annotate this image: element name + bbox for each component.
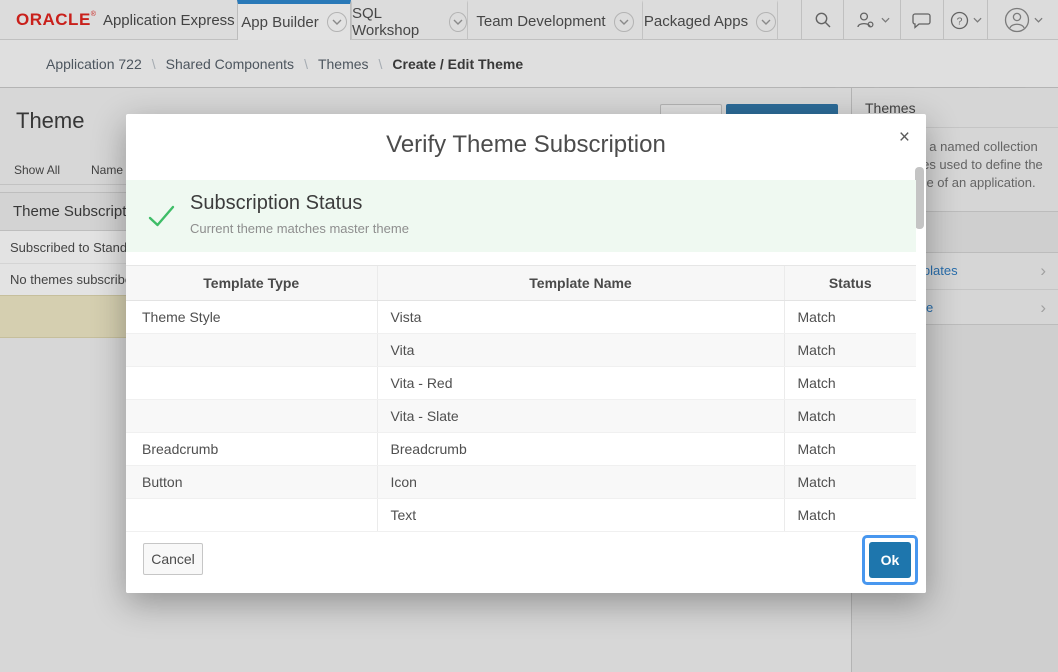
ok-button[interactable]: Ok [869,542,911,578]
cell-template-type [126,367,377,400]
status-subtext: Current theme matches master theme [190,221,409,236]
cell-template-type: Breadcrumb [126,433,377,466]
cell-template-type [126,400,377,433]
table-row: Vita - Slate Match [126,400,916,433]
app-window: ORACLE® Application Express App Builder … [0,0,1058,672]
cell-template-name: Vita [377,334,784,367]
cell-template-name: Vista [377,301,784,334]
table-row: Vita - Red Match [126,367,916,400]
cell-template-type [126,334,377,367]
cell-status: Match [784,466,916,499]
subscription-status-banner: Subscription Status Current theme matche… [126,180,916,252]
cell-status: Match [784,301,916,334]
verification-table: Template Type Template Name Status Theme… [126,265,916,534]
table-row: Theme Style Vista Match [126,301,916,334]
table-row: Vita Match [126,334,916,367]
cell-template-type: Theme Style [126,301,377,334]
column-header: Status [784,266,916,301]
table-row: Text Match [126,499,916,532]
cell-template-name: Breadcrumb [377,433,784,466]
ok-button-focus-ring: Ok [862,535,918,585]
cell-status: Match [784,433,916,466]
cell-template-name: Icon [377,466,784,499]
cell-template-name: Vita - Red [377,367,784,400]
cell-status: Match [784,367,916,400]
cancel-button[interactable]: Cancel [143,543,203,575]
cell-status: Match [784,334,916,367]
status-heading: Subscription Status [190,192,362,215]
cell-template-type [126,499,377,532]
dialog-footer: Cancel Ok [126,534,926,593]
cell-template-type: Button [126,466,377,499]
dialog-title: Verify Theme Subscription [126,114,926,159]
column-header: Template Type [126,266,377,301]
cell-template-name: Vita - Slate [377,400,784,433]
cell-template-name: Text [377,499,784,532]
check-icon [148,204,176,228]
cell-status: Match [784,400,916,433]
cell-status: Match [784,499,916,532]
table-row: Breadcrumb Breadcrumb Match [126,433,916,466]
close-icon[interactable]: × [899,128,910,147]
table-row: Button Icon Match [126,466,916,499]
column-header: Template Name [377,266,784,301]
scrollbar-thumb[interactable] [915,167,924,229]
table-header-row: Template Type Template Name Status [126,266,916,301]
verify-theme-subscription-dialog: Verify Theme Subscription × Subscription… [126,114,926,593]
